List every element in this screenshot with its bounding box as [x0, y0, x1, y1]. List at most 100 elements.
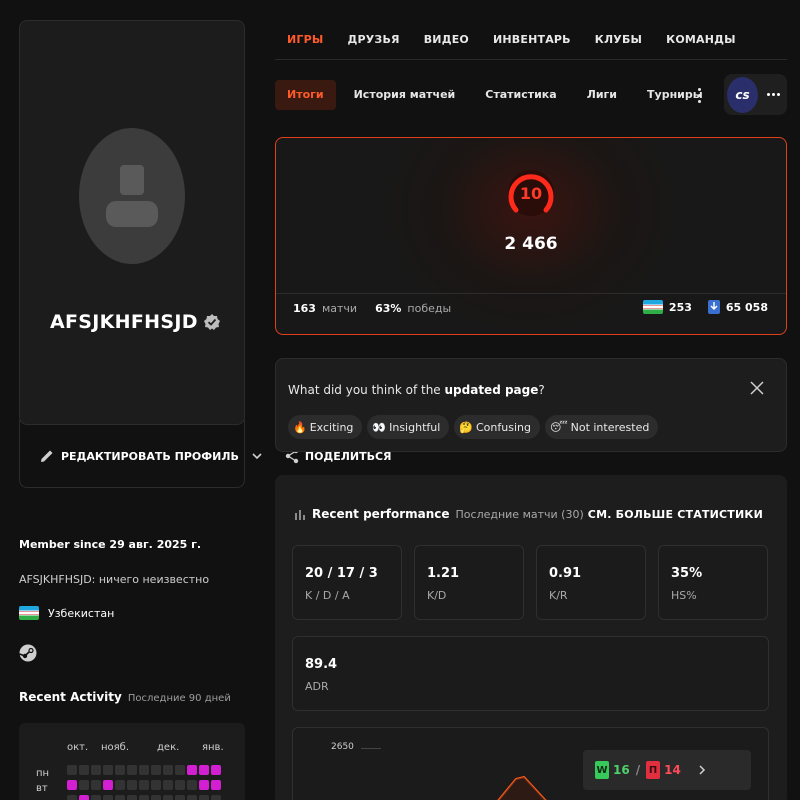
- profile-country: Узбекистан: [19, 606, 114, 620]
- heatmap-cell[interactable]: [91, 780, 101, 790]
- heatmap-cell[interactable]: [67, 780, 77, 790]
- country-rank[interactable]: 253: [669, 301, 692, 314]
- sub-nav: Итоги История матчей Статистика Лиги Турниры: [275, 80, 718, 110]
- matches-count: 163: [293, 302, 316, 315]
- heatmap-cell[interactable]: [211, 765, 221, 775]
- heatmap-cell[interactable]: [139, 780, 149, 790]
- more-horizontal-icon[interactable]: [767, 93, 780, 96]
- heatmap-cell[interactable]: [187, 795, 197, 800]
- heatmap-cell[interactable]: [115, 765, 125, 775]
- heatmap-cell[interactable]: [103, 795, 113, 800]
- win-loss-summary[interactable]: W 16 / П 14: [583, 750, 751, 790]
- feedback-chip[interactable]: 🤔 Confusing: [454, 415, 540, 439]
- heatmap-cell[interactable]: [163, 765, 173, 775]
- feedback-chip[interactable]: 🔥 Exciting: [288, 415, 363, 439]
- heatmap-cell[interactable]: [115, 795, 125, 800]
- heatmap-cell[interactable]: [151, 780, 161, 790]
- elo-line: [497, 775, 547, 800]
- chip-label: Exciting: [309, 420, 354, 434]
- heatmap-cell[interactable]: [91, 795, 101, 800]
- cs-game-icon: cs: [727, 76, 758, 113]
- loss-badge: П: [646, 761, 661, 779]
- feedback-chip[interactable]: 😴 Not interested: [544, 415, 659, 439]
- sub-tab[interactable]: Итоги: [275, 80, 336, 110]
- heatmap-cell[interactable]: [199, 795, 209, 800]
- world-rank[interactable]: 65 058: [726, 301, 768, 314]
- nav-tab[interactable]: КЛУБЫ: [595, 33, 642, 46]
- heatmap-cell[interactable]: [139, 765, 149, 775]
- win-loss-separator: /: [635, 763, 641, 777]
- heatmap-cell[interactable]: [187, 765, 197, 775]
- sub-tab[interactable]: Лиги: [572, 80, 632, 110]
- stat-kd: 1.21 K/D: [414, 545, 524, 620]
- heatmap-cell[interactable]: [175, 795, 185, 800]
- elo-value: 2 466: [504, 234, 558, 254]
- emoji-icon: 🔥: [293, 420, 307, 434]
- steam-icon: [19, 644, 37, 662]
- month-label: янв.: [202, 742, 224, 753]
- nav-tab[interactable]: ВИДЕО: [424, 33, 469, 46]
- heatmap-cell[interactable]: [127, 765, 137, 775]
- elo-stats: 163 матчи 63% победы: [293, 302, 463, 315]
- edit-profile-button[interactable]: РЕДАКТИРОВАТЬ ПРОФИЛЬ: [39, 448, 263, 464]
- heatmap-cell[interactable]: [139, 795, 149, 800]
- heatmap-cell[interactable]: [151, 765, 161, 775]
- heatmap-cell[interactable]: [211, 795, 221, 800]
- heatmap-cell[interactable]: [151, 795, 161, 800]
- chevron-down-icon[interactable]: [251, 450, 263, 462]
- heatmap-cell[interactable]: [103, 765, 113, 775]
- heatmap-cell[interactable]: [199, 765, 209, 775]
- winrate-label: победы: [407, 302, 452, 315]
- heatmap-cell[interactable]: [163, 780, 173, 790]
- heatmap-cell[interactable]: [127, 795, 137, 800]
- heatmap-cell[interactable]: [175, 765, 185, 775]
- heatmap-cell[interactable]: [91, 765, 101, 775]
- chevron-right-icon: [699, 765, 705, 775]
- sub-tab[interactable]: Статистика: [470, 80, 571, 110]
- heatmap-cell[interactable]: [211, 780, 221, 790]
- heatmap-cell[interactable]: [163, 795, 173, 800]
- heatmap-cell[interactable]: [79, 780, 89, 790]
- chip-label: Insightful: [389, 420, 441, 434]
- nav-tab[interactable]: КОМАНДЫ: [666, 33, 736, 46]
- elo-rankings: 253 65 058: [642, 300, 768, 314]
- nav-divider: [275, 59, 787, 60]
- avatar[interactable]: [79, 128, 185, 264]
- losses-count: 14: [664, 763, 681, 777]
- more-vertical-icon[interactable]: [692, 84, 706, 106]
- wins-count: 16: [613, 763, 630, 777]
- heatmap-days: пн вт: [36, 766, 49, 796]
- heatmap-cell[interactable]: [103, 780, 113, 790]
- heatmap-cell[interactable]: [67, 765, 77, 775]
- more-stats-link[interactable]: СМ. БОЛЬШЕ СТАТИСТИКИ: [588, 508, 763, 521]
- nav-tab[interactable]: ИГРЫ: [287, 33, 323, 46]
- month-label: нояб.: [101, 742, 130, 753]
- bar-chart-icon: [295, 510, 305, 520]
- chip-label: Confusing: [475, 420, 531, 434]
- heatmap-cell[interactable]: [187, 780, 197, 790]
- feedback-chips: 🔥 Exciting 👀 Insightful 🤔 Confusing 😴 Not inter…: [288, 415, 659, 439]
- heatmap-cell[interactable]: [115, 780, 125, 790]
- heatmap-cell[interactable]: [127, 780, 137, 790]
- steam-link[interactable]: [19, 644, 37, 665]
- stat-adr: 89.4 ADR: [292, 636, 769, 711]
- winrate-value: 63%: [375, 302, 402, 315]
- stat-label: K / D / A: [305, 589, 350, 602]
- matches-label: матчи: [321, 302, 358, 315]
- stat-kda: 20 / 17 / 3 K / D / A: [292, 545, 402, 620]
- heatmap-cell[interactable]: [79, 765, 89, 775]
- pencil-icon: [41, 450, 53, 462]
- heatmap-cell[interactable]: [79, 795, 89, 800]
- heatmap-cell[interactable]: [175, 780, 185, 790]
- heatmap-cell[interactable]: [199, 780, 209, 790]
- close-icon[interactable]: [750, 381, 764, 395]
- feedback-question-bold: updated page: [444, 383, 539, 397]
- nav-tab[interactable]: ДРУЗЬЯ: [347, 33, 399, 46]
- heatmap-cell[interactable]: [67, 795, 77, 800]
- feedback-chip[interactable]: 👀 Insightful: [367, 415, 450, 439]
- emoji-icon: 🤔: [459, 420, 473, 434]
- nav-tab[interactable]: ИНВЕНТАРЬ: [493, 33, 571, 46]
- sub-tab[interactable]: История матчей: [339, 80, 471, 110]
- game-switcher[interactable]: cs: [724, 74, 787, 115]
- chip-label: Not interested: [570, 420, 650, 434]
